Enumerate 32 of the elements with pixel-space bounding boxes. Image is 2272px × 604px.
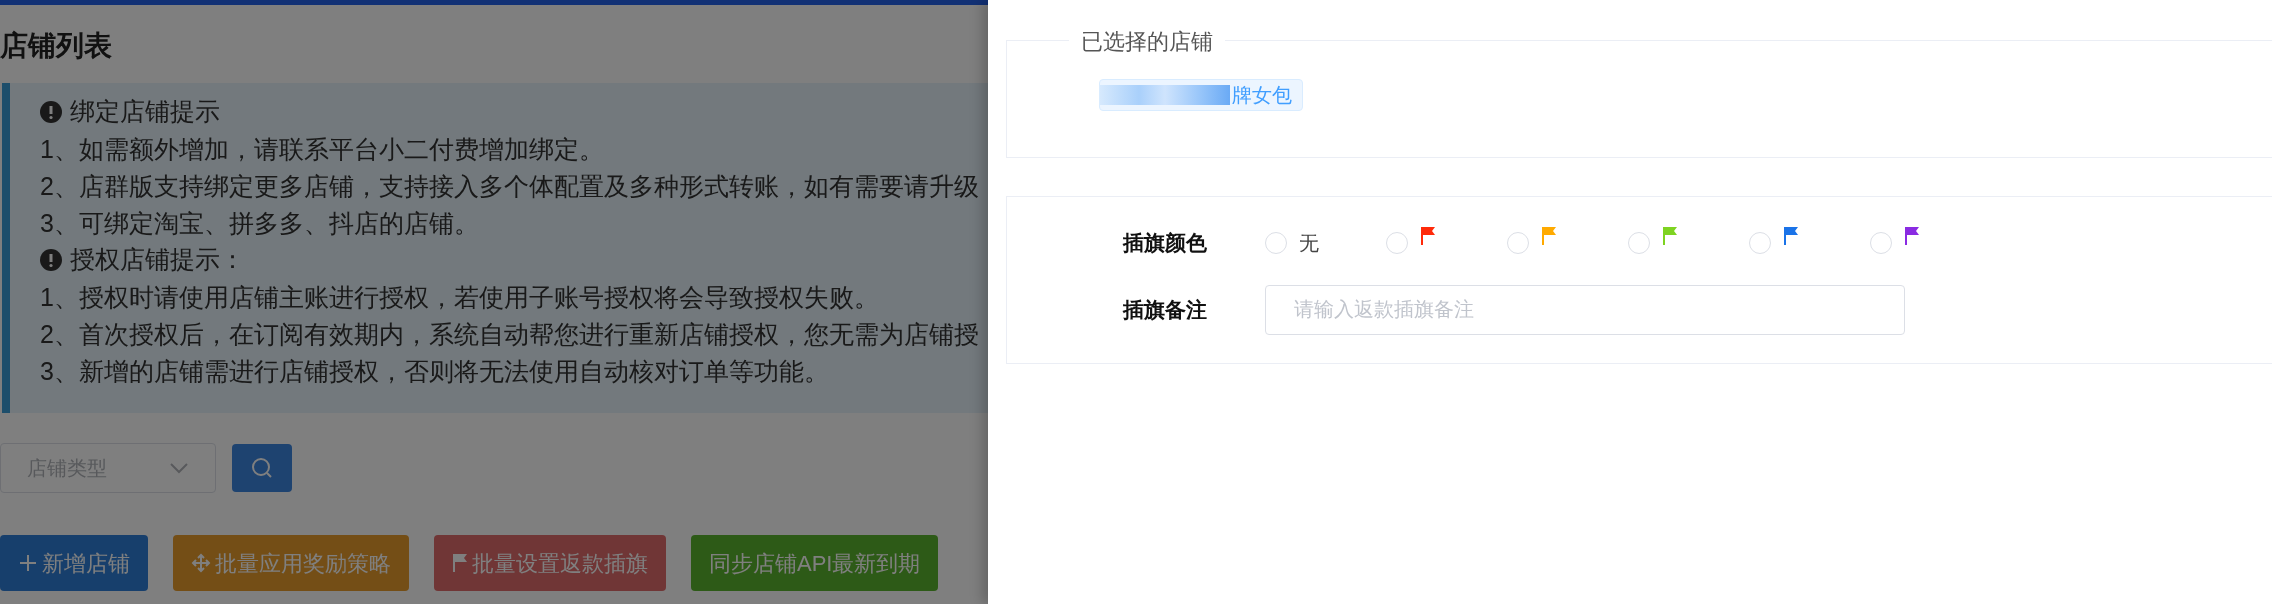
color-radio[interactable]: 无 — [1265, 227, 1386, 258]
search-icon — [250, 456, 274, 480]
action-button[interactable]: 批量设置返款插旗 — [434, 535, 666, 591]
action-button[interactable]: 同步店铺API最新到期 — [691, 535, 939, 591]
exclamation-icon — [40, 249, 62, 271]
radio-label: 无 — [1299, 230, 1319, 256]
move-icon — [191, 553, 211, 573]
page-title: 店铺列表 — [0, 29, 113, 63]
flag-icon — [452, 553, 468, 573]
flag-icon — [1904, 225, 1920, 246]
action-button[interactable]: 批量应用奖励策略 — [173, 535, 409, 591]
field-label: 插旗备注 — [1123, 296, 1208, 323]
note-input[interactable]: 请输入返款插旗备注 — [1265, 284, 1905, 335]
chevron-down-icon — [169, 462, 189, 474]
action-button[interactable]: 新增店铺 — [0, 535, 148, 591]
notice-line: 3、可绑定淘宝、拼多多、抖店的店铺。 — [40, 208, 479, 239]
notice-line: 1、授权时请使用店铺主账进行授权，若使用子账号授权将会导致授权失败。 — [40, 282, 879, 313]
search-button[interactable] — [232, 444, 292, 492]
flag-icon — [1662, 225, 1678, 246]
flag-icon — [1541, 225, 1557, 246]
flag-icon — [1420, 225, 1436, 246]
notice-heading: 授权店铺提示： — [70, 244, 245, 276]
exclamation-icon — [40, 101, 62, 123]
field-label: 插旗颜色 — [1123, 230, 1208, 256]
plus-icon — [18, 553, 38, 573]
notice-line: 2、店群版支持绑定更多店铺，支持接入多个体配置及多种形式转账，如有需要请升级 — [40, 171, 979, 202]
notice-heading: 绑定店铺提示 — [70, 96, 220, 128]
store-tag: 牌女包 — [1099, 79, 1303, 111]
notice-line: 1、如需额外增加，请联系平台小二付费增加绑定。 — [40, 134, 604, 165]
flag-icon — [1783, 225, 1799, 246]
notice-line: 2、首次授权后，在订阅有效期内，系统自动帮您进行重新店铺授权，您无需为店铺授 — [40, 319, 979, 350]
notice-line: 3、新增的店铺需进行店铺授权，否则将无法使用自动核对订单等功能。 — [40, 356, 829, 387]
